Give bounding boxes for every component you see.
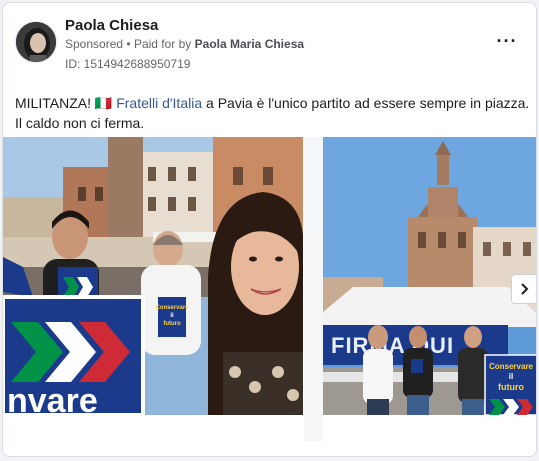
- post-text: MILITANZA! 🇮🇹 Fratelli d'Italia a Pavia …: [15, 93, 530, 133]
- gazebo-photo: FIRMA QUI Conservare il futuro: [323, 137, 536, 415]
- carousel-divider: [304, 137, 323, 441]
- author-avatar[interactable]: [15, 21, 57, 63]
- library-id: ID: 1514942688950719: [65, 57, 191, 71]
- post-text-start: MILITANZA! 🇮🇹: [15, 95, 117, 111]
- paid-for-name[interactable]: Paola Maria Chiesa: [195, 37, 304, 51]
- author-name[interactable]: Paola Chiesa: [65, 17, 158, 34]
- flyer-text-2: il: [170, 313, 174, 319]
- carousel-next-button[interactable]: [511, 274, 536, 304]
- card-footer: [3, 441, 536, 456]
- image-carousel[interactable]: Conservare il futuro nvare FIRMA QUI Con…: [3, 137, 536, 441]
- selfie-photo: Conservare il futuro nvare: [3, 137, 303, 415]
- banner-text-3: futuro: [498, 382, 524, 392]
- more-options-button[interactable]: ···: [493, 31, 521, 55]
- separator-dot: •: [126, 37, 134, 51]
- avatar-image: [16, 22, 56, 62]
- carousel-photo-1[interactable]: Conservare il futuro nvare: [3, 137, 303, 415]
- sponsor-line: Sponsored • Paid for by Paola Maria Chie…: [65, 37, 304, 51]
- sign-text: nvare: [7, 382, 98, 415]
- carousel-photo-2[interactable]: FIRMA QUI Conservare il futuro: [323, 137, 536, 415]
- banner-text-2: il: [509, 372, 513, 381]
- gazebo-text: FIRMA QUI: [331, 333, 454, 358]
- flyer-text-3: futuro: [163, 321, 181, 327]
- ad-card: Paola Chiesa Sponsored • Paid for by Pao…: [2, 2, 537, 457]
- sponsored-label: Sponsored: [65, 37, 124, 51]
- chevron-right-icon: [521, 283, 529, 295]
- flyer-text-1: Conservare: [155, 305, 189, 311]
- banner-text-1: Conservare: [489, 362, 534, 371]
- paid-for-prefix: Paid for by: [133, 37, 192, 51]
- party-link[interactable]: Fratelli d'Italia: [116, 95, 202, 111]
- more-options-icon: ···: [496, 31, 518, 51]
